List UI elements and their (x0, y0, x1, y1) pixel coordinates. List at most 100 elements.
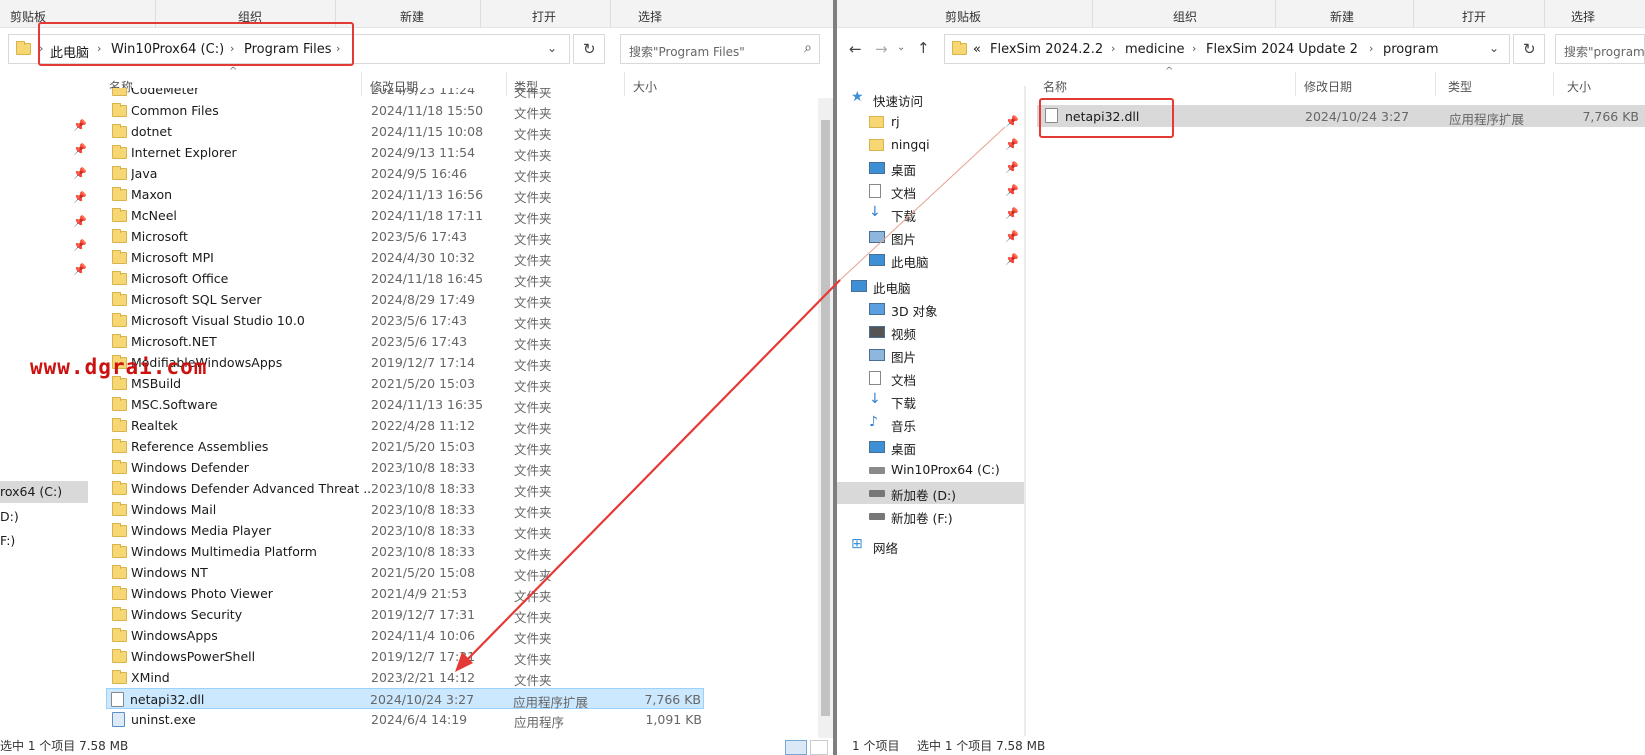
table-row[interactable]: Microsoft MPI 2024/4/30 10:32 文件夹 (108, 247, 708, 268)
table-row[interactable]: Windows Photo Viewer 2021/4/9 21:53 文件夹 (108, 583, 708, 604)
table-row[interactable]: Microsoft Visual Studio 10.0 2023/5/6 17:… (108, 310, 708, 331)
table-row[interactable]: McNeel 2024/11/18 17:11 文件夹 (108, 205, 708, 226)
table-row[interactable]: Windows Security 2019/12/7 17:31 文件夹 (108, 604, 708, 625)
forward-arrow-icon[interactable]: → (875, 40, 888, 58)
table-row[interactable]: Windows Mail 2023/10/8 18:33 文件夹 (108, 499, 708, 520)
nav-item[interactable]: ningqi 📌 (837, 134, 1024, 156)
nav-item[interactable]: 视频 (837, 321, 1024, 343)
nav-scrollbar[interactable] (1024, 86, 1026, 736)
table-row[interactable]: Reference Assemblies 2021/5/20 15:03 文件夹 (108, 436, 708, 457)
nav-item[interactable]: 此电脑 📌 (837, 249, 1024, 271)
file-name: netapi32.dll (130, 692, 205, 707)
table-row[interactable]: Maxon 2024/11/13 16:56 文件夹 (108, 184, 708, 205)
nav-item[interactable]: 桌面 📌 (837, 157, 1024, 179)
nav-item[interactable]: Win10Prox64 (C:) (837, 459, 1024, 481)
nav-item[interactable]: 3D 对象 (837, 298, 1024, 320)
breadcrumb-medicine[interactable]: medicine (1125, 42, 1185, 57)
chevron-down-icon[interactable]: ⌄ (547, 41, 557, 55)
table-row[interactable]: Realtek 2022/4/28 11:12 文件夹 (108, 415, 708, 436)
up-arrow-icon[interactable]: ↑ (917, 39, 930, 57)
breadcrumb-update[interactable]: FlexSim 2024 Update 2 (1206, 42, 1358, 57)
column-date[interactable]: 修改日期 (1304, 78, 1352, 95)
pin-icon[interactable]: 📌 (1005, 161, 1019, 174)
nav-item[interactable]: ★ 快速访问 (837, 88, 1024, 110)
right-refresh-button[interactable]: ↻ (1513, 34, 1545, 64)
ribbon-new[interactable]: 新建 (400, 8, 424, 25)
ribbon-new[interactable]: 新建 (1330, 8, 1354, 25)
file-type: 文件夹 (514, 673, 552, 688)
pin-icon[interactable]: 📌 (1005, 184, 1019, 197)
breadcrumb-program[interactable]: program (1383, 42, 1439, 57)
column-type[interactable]: 类型 (1448, 78, 1472, 95)
recent-locations-icon[interactable]: ⌄ (897, 42, 905, 53)
file-date: 2022/4/28 11:12 (371, 418, 476, 433)
ribbon-select[interactable]: 选择 (638, 8, 662, 25)
chevron-down-icon[interactable]: ⌄ (1489, 41, 1499, 55)
nav-item[interactable]: 文档 📌 (837, 180, 1024, 202)
table-row[interactable]: Microsoft Office 2024/11/18 16:45 文件夹 (108, 268, 708, 289)
folder-icon (112, 334, 127, 348)
nav-item[interactable]: rj 📌 (837, 111, 1024, 133)
left-refresh-button[interactable]: ↻ (573, 34, 605, 64)
table-row[interactable]: Windows Media Player 2023/10/8 18:33 文件夹 (108, 520, 708, 541)
file-type: 文件夹 (514, 232, 552, 247)
table-row[interactable]: dotnet 2024/11/15 10:08 文件夹 (108, 121, 708, 142)
table-row[interactable]: Java 2024/9/5 16:46 文件夹 (108, 163, 708, 184)
ribbon-clipboard[interactable]: 剪贴板 (945, 8, 981, 25)
table-row[interactable]: Windows Defender 2023/10/8 18:33 文件夹 (108, 457, 708, 478)
pin-icon[interactable]: 📌 (1005, 115, 1019, 128)
file-type: 文件夹 (514, 442, 552, 457)
left-scrollbar[interactable] (818, 98, 833, 738)
table-row[interactable]: XMind 2023/2/21 14:12 文件夹 (108, 667, 708, 688)
table-row[interactable]: uninst.exe 2024/6/4 14:19 应用程序 1,091 KB (108, 709, 708, 730)
table-row[interactable]: WindowsPowerShell 2019/12/7 17:31 文件夹 (108, 646, 708, 667)
right-search-input[interactable]: 搜索"program" (1555, 34, 1645, 64)
scrollbar-thumb[interactable] (821, 120, 830, 716)
file-type: 应用程序扩展 (1449, 112, 1525, 127)
pin-icon[interactable]: 📌 (1005, 138, 1019, 151)
ribbon-open[interactable]: 打开 (532, 8, 556, 25)
details-view-icon[interactable] (785, 740, 807, 755)
pin-icon[interactable]: 📌 (1005, 207, 1019, 220)
nav-item[interactable]: ↓ 下载 📌 (837, 203, 1024, 225)
table-row[interactable]: Common Files 2024/11/18 15:50 文件夹 (108, 100, 708, 121)
ribbon-organize[interactable]: 组织 (1173, 8, 1197, 25)
table-row[interactable]: MSC.Software 2024/11/13 16:35 文件夹 (108, 394, 708, 415)
nav-item-label: 下载 (891, 209, 917, 224)
nav-item[interactable]: 文档 (837, 367, 1024, 389)
table-row[interactable]: netapi32.dll 2024/10/24 3:27 应用程序扩展 7,766 K… (106, 688, 704, 710)
breadcrumb-overflow[interactable]: « (973, 42, 981, 57)
folder-icon (112, 523, 127, 537)
large-icons-view-icon[interactable] (810, 740, 828, 755)
pin-icon[interactable]: 📌 (1005, 253, 1019, 266)
nav-item[interactable]: ♪ 音乐 (837, 413, 1024, 435)
right-address-bar[interactable]: « FlexSim 2024.2.2 › medicine › FlexSim … (944, 34, 1510, 64)
file-name: Common Files (131, 103, 219, 118)
table-row[interactable]: Windows NT 2021/5/20 15:08 文件夹 (108, 562, 708, 583)
table-row[interactable]: Internet Explorer 2024/9/13 11:54 文件夹 (108, 142, 708, 163)
table-row[interactable]: Microsoft SQL Server 2024/8/29 17:49 文件夹 (108, 289, 708, 310)
nav-item[interactable]: 新加卷 (F:) (837, 505, 1024, 527)
nav-item[interactable]: 桌面 (837, 436, 1024, 458)
table-row[interactable]: WindowsApps 2024/11/4 10:06 文件夹 (108, 625, 708, 646)
column-name[interactable]: 名称 (1043, 78, 1067, 95)
nav-item[interactable]: 图片 📌 (837, 226, 1024, 248)
table-row[interactable]: Windows Defender Advanced Threat ... 2023… (108, 478, 708, 499)
ribbon-open[interactable]: 打开 (1462, 8, 1486, 25)
nav-item[interactable]: 此电脑 (837, 275, 1024, 297)
table-row[interactable]: CodeMeter 2024/9/23 11:24 文件夹 (108, 88, 708, 100)
column-size[interactable]: 大小 (1567, 78, 1591, 95)
table-row[interactable]: Microsoft 2023/5/6 17:43 文件夹 (108, 226, 708, 247)
nav-item[interactable]: 图片 (837, 344, 1024, 366)
back-arrow-icon[interactable]: ← (849, 40, 862, 58)
left-search-input[interactable]: 搜索"Program Files" ⌕ (620, 34, 820, 64)
breadcrumb-flexsim[interactable]: FlexSim 2024.2.2 (990, 42, 1103, 57)
ribbon-select[interactable]: 选择 (1571, 8, 1595, 25)
nav-item[interactable]: ⊞ 网络 (837, 535, 1024, 557)
nav-item[interactable]: 新加卷 (D:) (837, 482, 1024, 504)
folder-icon (112, 418, 127, 432)
nav-item[interactable]: ↓ 下载 (837, 390, 1024, 412)
table-row[interactable]: Microsoft.NET 2023/5/6 17:43 文件夹 (108, 331, 708, 352)
pin-icon[interactable]: 📌 (1005, 230, 1019, 243)
table-row[interactable]: Windows Multimedia Platform 2023/10/8 18:… (108, 541, 708, 562)
